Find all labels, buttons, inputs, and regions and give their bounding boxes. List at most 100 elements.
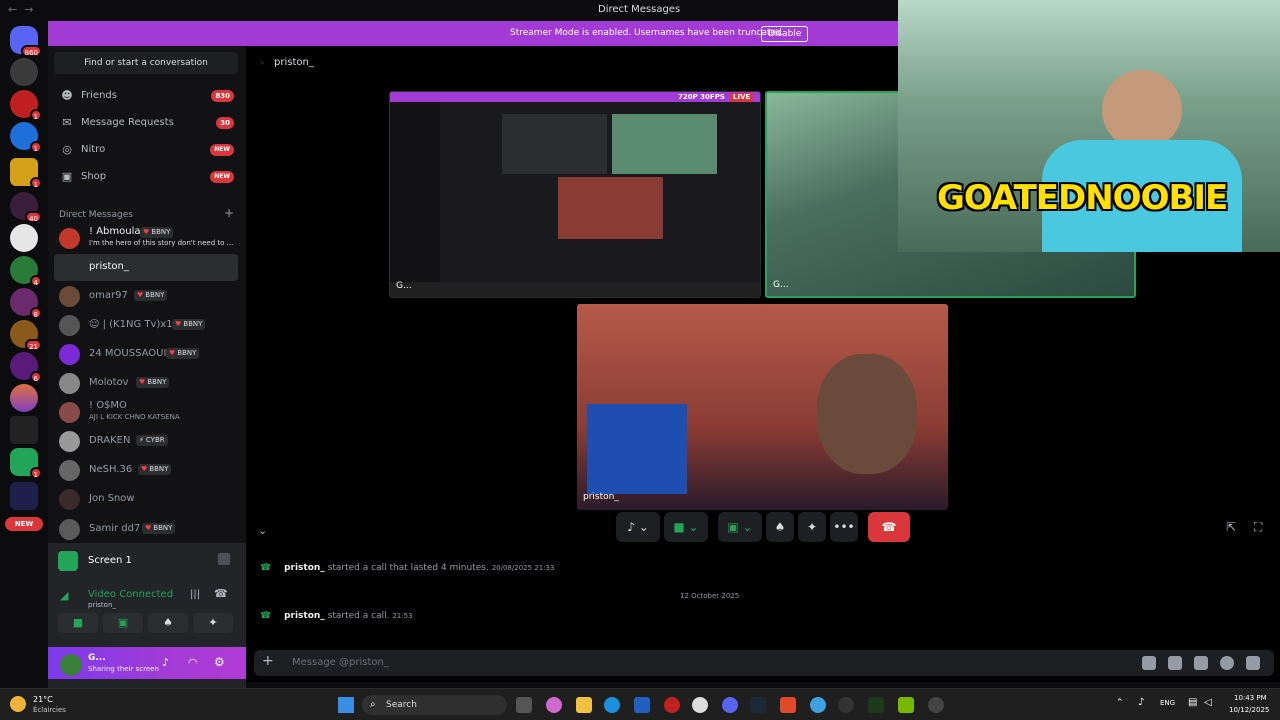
app-icon[interactable] [780,697,796,713]
mail-icon: ✉ [62,116,72,129]
emoji-icon[interactable] [1220,656,1234,670]
nav-nitro[interactable]: ◎ Nitro NEW [54,138,238,162]
dm-item[interactable]: ! Abmoula BBNY I'm the hero of this stor… [54,225,238,252]
server-icon-7[interactable]: 4 [10,256,42,287]
server-icon-12[interactable] [10,416,38,444]
server-icon-1[interactable] [10,58,38,86]
soundboard-button[interactable]: ✦ [193,613,233,633]
new-servers-pill[interactable]: NEW [5,517,43,531]
server-folder-icon[interactable] [10,482,38,510]
nav-shop[interactable]: ▣ Shop NEW [54,165,238,189]
dm-item[interactable]: omar97 BBNY [54,283,238,310]
dm-item[interactable]: DRAKEN CYBR [54,428,238,455]
dm-item-active[interactable]: priston_ [54,254,238,281]
windows-start-icon[interactable] [338,697,354,713]
dm-item[interactable]: Samir dd7 BBNY [54,516,238,543]
sticker-icon[interactable] [1194,656,1208,670]
more-options-button[interactable]: ••• [830,512,858,542]
copilot-icon[interactable] [546,697,562,713]
gift-icon[interactable] [1142,656,1156,670]
terminal-icon[interactable] [868,697,884,713]
weather-desc[interactable]: Éclaircies [33,706,66,714]
popout-icon[interactable]: ⇱ [1226,520,1236,534]
nav-message-requests[interactable]: ✉ Message Requests 30 [54,111,238,135]
weather-icon[interactable] [10,696,26,712]
server-icon-8[interactable]: 8 [10,288,42,319]
server-icon-9[interactable]: 21 [10,320,42,351]
call-log-message: ☎ priston_ started a call that lasted 4 … [260,563,554,579]
chevron-down-icon[interactable]: ⌄ [258,524,267,537]
microphone-tray-icon[interactable]: ♪ [1138,697,1144,708]
taskbar-search[interactable]: ⌕ Search [362,695,507,715]
server-icon-13[interactable]: 1 [10,448,42,479]
server-icon-5[interactable]: 40 [10,192,42,223]
dm-item[interactable]: NeSH.36 BBNY [54,457,238,484]
attach-plus-icon[interactable]: + [262,653,274,669]
dm-item[interactable]: Molotov BBNY [54,370,238,397]
priston-camera-tile[interactable]: priston_ [577,304,948,510]
tray-chevron-icon[interactable]: ⌃ [1116,698,1124,708]
dm-item[interactable]: Jon Snow [54,486,238,513]
back-forward-icons[interactable]: ← → [8,3,33,16]
activities-button[interactable]: ♠ [766,512,794,542]
chrome-icon[interactable] [810,697,826,713]
language-indicator[interactable]: ENG [1160,699,1175,707]
nested-sidebar [390,102,440,282]
avatar[interactable] [60,654,82,676]
app-icon[interactable] [928,697,944,713]
find-conversation-button[interactable]: Find or start a conversation [54,52,238,74]
voice-channel[interactable]: priston_ [88,601,116,609]
screen-share-button[interactable]: ▣ ⌄ [718,512,762,542]
fullscreen-icon[interactable]: ⛶ [1254,520,1262,535]
disconnect-icon[interactable]: ☎ [214,587,228,600]
server-icon-10[interactable]: 6 [10,352,42,383]
microphone-icon[interactable]: ♪ [162,656,169,669]
app-icon[interactable] [664,697,680,713]
task-view-icon[interactable] [516,697,532,713]
settings-gear-icon[interactable]: ⚙ [214,655,225,669]
microphone-button[interactable]: ♪ ⌄ [616,512,660,542]
message-input[interactable]: Message @priston_ [292,657,389,668]
server-icon-4[interactable]: 1 [10,158,42,189]
dm-item[interactable]: ☺ | (K1NG Tv)x114 BBNY [54,312,238,339]
activity-button[interactable]: ♠ [148,613,188,633]
clock-date[interactable]: 10/12/2025 [1229,706,1269,714]
server-badge: 6 [29,371,42,383]
gif-icon[interactable] [1168,656,1182,670]
dm-item[interactable]: 24 MOUSSAOUI BBNY [54,341,238,368]
message-composer[interactable]: + Message @priston_ [254,650,1274,676]
network-icon[interactable]: ▤ [1188,697,1197,708]
create-dm-plus-icon[interactable]: + [224,206,234,220]
noise-suppression-icon[interactable]: ||| [190,589,200,600]
weather-temp[interactable]: 21°C [33,695,53,704]
leave-call-button[interactable]: ☎ [868,512,910,542]
camera-button[interactable]: ■ ⌄ [664,512,708,542]
server-icon-3[interactable]: 1 [10,122,42,153]
app-icon[interactable] [838,697,854,713]
dm-item[interactable]: ! O$MO AJI L KICK CHNO KATSENA [54,399,238,426]
steam-icon[interactable] [750,697,766,713]
edge-icon[interactable] [604,697,620,713]
headphones-icon[interactable]: ◠ [188,656,198,669]
nav-friends[interactable]: ☻ Friends 830 [54,84,238,108]
discord-taskbar-icon[interactable] [722,697,738,713]
server-icon-11[interactable] [10,384,38,412]
nvidia-icon[interactable] [898,697,914,713]
server-icon-2[interactable]: 1 [10,90,42,121]
discord-home-icon[interactable]: 860 [10,26,42,57]
file-explorer-icon[interactable] [576,697,592,713]
soundboard-button[interactable]: ✦ [798,512,826,542]
screen-share-button[interactable]: ▣ [103,613,143,633]
message-author[interactable]: priston_ [284,611,325,621]
volume-icon[interactable]: ◁ [1204,697,1212,708]
connection-signal-icon[interactable]: ◢ [60,589,68,602]
message-author[interactable]: priston_ [284,563,325,573]
app-icon[interactable] [692,697,708,713]
server-icon-6[interactable] [10,224,38,252]
stop-stream-icon[interactable] [218,553,230,565]
camera-button[interactable]: ■ [58,613,98,633]
apps-icon[interactable] [1246,656,1260,670]
dm-name: Jon Snow [89,493,135,504]
store-icon[interactable] [634,697,650,713]
clock-time[interactable]: 10:43 PM [1234,694,1267,702]
